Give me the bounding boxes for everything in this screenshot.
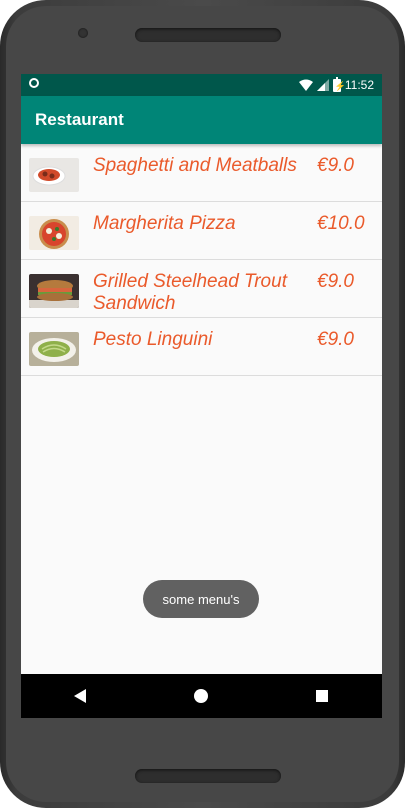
- status-time: 11:52: [344, 78, 374, 92]
- linguini-image: [29, 332, 79, 366]
- recents-icon: [315, 690, 328, 702]
- menu-item-sandwich[interactable]: Grilled Steelhead Trout Sandwich €9.0: [21, 260, 382, 318]
- app-title: Restaurant: [35, 110, 124, 129]
- bottom-speaker: [135, 769, 281, 783]
- signal-icon: [316, 79, 329, 91]
- menu-item-price: €9.0: [317, 271, 354, 292]
- home-icon: [194, 689, 209, 703]
- toast-message: some menu's: [143, 580, 259, 618]
- screen: ⚡ 11:52 Restaurant Spaghetti and Meatbal…: [21, 74, 382, 718]
- menu-item-price: €9.0: [317, 329, 354, 350]
- front-camera: [78, 28, 88, 38]
- back-button[interactable]: [61, 676, 101, 716]
- recents-button[interactable]: [302, 676, 342, 716]
- notification-icon: [29, 78, 39, 88]
- wifi-icon: [298, 79, 313, 91]
- sandwich-image: [29, 274, 79, 308]
- status-icons: ⚡ 11:52: [298, 74, 374, 96]
- pizza-image: [29, 216, 79, 250]
- spaghetti-image: [29, 158, 79, 192]
- status-bar: ⚡ 11:52: [21, 74, 382, 96]
- menu-list: Spaghetti and Meatballs €9.0 Margherita …: [21, 144, 382, 376]
- menu-item-name: Grilled Steelhead Trout Sandwich: [93, 271, 287, 314]
- menu-item-price: €10.0: [317, 213, 365, 234]
- top-speaker: [135, 28, 281, 42]
- menu-item-price: €9.0: [317, 155, 354, 176]
- back-icon: [74, 689, 87, 703]
- menu-item-spaghetti[interactable]: Spaghetti and Meatballs €9.0: [21, 144, 382, 202]
- menu-item-name: Margherita Pizza: [93, 213, 236, 234]
- menu-item-name: Spaghetti and Meatballs: [93, 155, 297, 176]
- battery-charging-icon: ⚡: [332, 76, 347, 92]
- app-bar: Restaurant: [21, 96, 382, 144]
- navigation-bar: [21, 674, 382, 718]
- menu-item-name: Pesto Linguini: [93, 329, 213, 350]
- menu-item-pizza[interactable]: Margherita Pizza €10.0: [21, 202, 382, 260]
- home-button[interactable]: [181, 676, 221, 716]
- menu-item-linguini[interactable]: Pesto Linguini €9.0: [21, 318, 382, 376]
